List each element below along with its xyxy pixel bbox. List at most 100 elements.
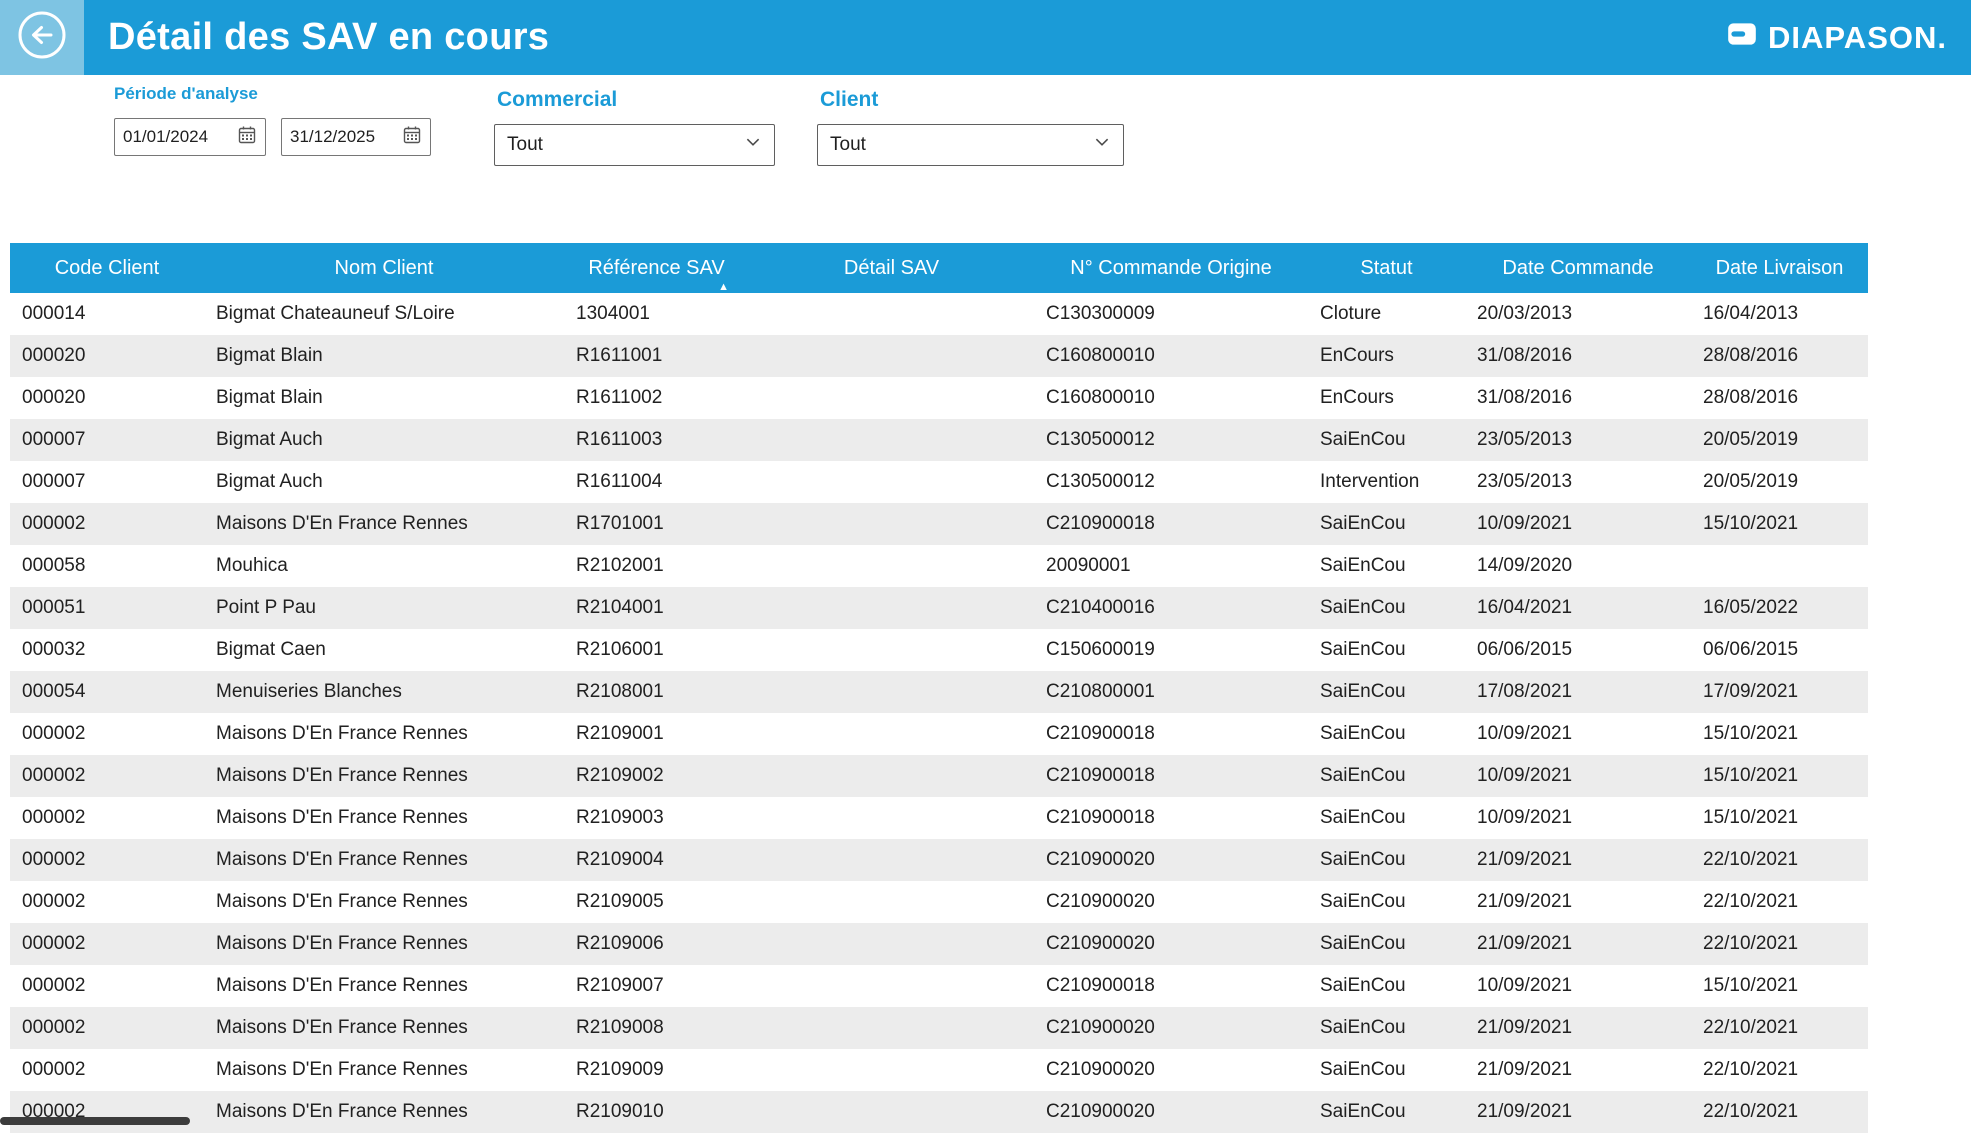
table-cell: 17/08/2021: [1465, 671, 1691, 713]
table-row[interactable]: 000020Bigmat BlainR1611002C160800010EnCo…: [10, 377, 1868, 419]
table-cell: SaiEnCou: [1308, 545, 1465, 587]
table-row[interactable]: 000002Maisons D'En France RennesR2109004…: [10, 839, 1868, 881]
table-cell: R1611001: [564, 335, 749, 377]
table-cell: 28/08/2016: [1691, 335, 1868, 377]
table-cell: Maisons D'En France Rennes: [204, 503, 564, 545]
table-cell: Maisons D'En France Rennes: [204, 713, 564, 755]
table-cell: R2102001: [564, 545, 749, 587]
column-header-nom-client[interactable]: Nom Client: [204, 243, 564, 293]
column-header-code-client[interactable]: Code Client: [10, 243, 204, 293]
table-cell: 000032: [10, 629, 204, 671]
table-cell: C210900020: [1034, 1007, 1308, 1049]
table-row[interactable]: 000002Maisons D'En France RennesR2109007…: [10, 965, 1868, 1007]
table-cell: [749, 755, 1034, 797]
table-row[interactable]: 000002Maisons D'En France RennesR2109010…: [10, 1091, 1868, 1133]
date-end-input[interactable]: 31/12/2025: [281, 118, 431, 156]
table-cell: R2109005: [564, 881, 749, 923]
table-cell: 000002: [10, 503, 204, 545]
table-cell: 000020: [10, 377, 204, 419]
table-cell: SaiEnCou: [1308, 1091, 1465, 1133]
table-row[interactable]: 000032Bigmat CaenR2106001C150600019SaiEn…: [10, 629, 1868, 671]
column-header-date-livraison[interactable]: Date Livraison: [1691, 243, 1868, 293]
table-cell: [749, 713, 1034, 755]
table-row[interactable]: 000002Maisons D'En France RennesR2109001…: [10, 713, 1868, 755]
table-cell: C130500012: [1034, 461, 1308, 503]
table-cell: SaiEnCou: [1308, 755, 1465, 797]
table-cell: Maisons D'En France Rennes: [204, 923, 564, 965]
table-row[interactable]: 000002Maisons D'En France RennesR2109002…: [10, 755, 1868, 797]
column-header-detail-sav[interactable]: Détail SAV: [749, 243, 1034, 293]
table-cell: [749, 461, 1034, 503]
table-cell: R2109010: [564, 1091, 749, 1133]
table-cell: 10/09/2021: [1465, 755, 1691, 797]
table-row[interactable]: 000058MouhicaR210200120090001SaiEnCou14/…: [10, 545, 1868, 587]
table-cell: Maisons D'En France Rennes: [204, 1007, 564, 1049]
client-dropdown[interactable]: Tout: [817, 124, 1124, 166]
table-cell: 21/09/2021: [1465, 839, 1691, 881]
sav-table: Code Client Nom Client Référence SAV ▲ D…: [10, 243, 1868, 1133]
column-header-reference-sav[interactable]: Référence SAV ▲: [564, 243, 749, 293]
table-cell: 000007: [10, 461, 204, 503]
table-row[interactable]: 000054Menuiseries BlanchesR2108001C21080…: [10, 671, 1868, 713]
table-cell: Maisons D'En France Rennes: [204, 797, 564, 839]
table-cell: [749, 1049, 1034, 1091]
table-cell: [749, 965, 1034, 1007]
table-cell: R2109008: [564, 1007, 749, 1049]
column-header-commande-origine[interactable]: N° Commande Origine: [1034, 243, 1308, 293]
table-row[interactable]: 000002Maisons D'En France RennesR2109008…: [10, 1007, 1868, 1049]
table-cell: 000002: [10, 797, 204, 839]
table-cell: R2109006: [564, 923, 749, 965]
table-cell: C210800001: [1034, 671, 1308, 713]
commercial-dropdown[interactable]: Tout: [494, 124, 775, 166]
table-cell: Bigmat Auch: [204, 419, 564, 461]
horizontal-scrollbar-thumb[interactable]: [0, 1117, 190, 1125]
table-row[interactable]: 000002Maisons D'En France RennesR2109009…: [10, 1049, 1868, 1091]
table-cell: 06/06/2015: [1465, 629, 1691, 671]
commercial-label: Commercial: [497, 88, 617, 112]
date-end-value: 31/12/2025: [290, 127, 375, 147]
table-cell: SaiEnCou: [1308, 965, 1465, 1007]
table-cell: 21/09/2021: [1465, 881, 1691, 923]
table-cell: R2109002: [564, 755, 749, 797]
table-row[interactable]: 000002Maisons D'En France RennesR1701001…: [10, 503, 1868, 545]
table-cell: 15/10/2021: [1691, 755, 1868, 797]
client-label: Client: [820, 88, 878, 112]
table-cell: C210900018: [1034, 755, 1308, 797]
table-row[interactable]: 000020Bigmat BlainR1611001C160800010EnCo…: [10, 335, 1868, 377]
table-row[interactable]: 000002Maisons D'En France RennesR2109003…: [10, 797, 1868, 839]
table-cell: C160800010: [1034, 377, 1308, 419]
table-row[interactable]: 000002Maisons D'En France RennesR2109006…: [10, 923, 1868, 965]
table-cell: R2109007: [564, 965, 749, 1007]
back-button[interactable]: [0, 0, 84, 75]
periode-analyse-label: Période d'analyse: [114, 84, 258, 104]
table-cell: EnCours: [1308, 335, 1465, 377]
table-cell: [749, 1091, 1034, 1133]
column-header-date-commande[interactable]: Date Commande: [1465, 243, 1691, 293]
table-cell: 22/10/2021: [1691, 839, 1868, 881]
table-cell: 000002: [10, 839, 204, 881]
table-cell: 22/10/2021: [1691, 1091, 1868, 1133]
table-row[interactable]: 000007Bigmat AuchR1611004C130500012Inter…: [10, 461, 1868, 503]
table-cell: C130500012: [1034, 419, 1308, 461]
table-cell: Cloture: [1308, 293, 1465, 335]
table-row[interactable]: 000007Bigmat AuchR1611003C130500012SaiEn…: [10, 419, 1868, 461]
table-row[interactable]: 000002Maisons D'En France RennesR2109005…: [10, 881, 1868, 923]
table-cell: C210900018: [1034, 503, 1308, 545]
table-row[interactable]: 000051Point P PauR2104001C210400016SaiEn…: [10, 587, 1868, 629]
table-cell: 06/06/2015: [1691, 629, 1868, 671]
calendar-icon[interactable]: [402, 125, 422, 150]
table-cell: 15/10/2021: [1691, 797, 1868, 839]
commercial-dropdown-value: Tout: [507, 134, 543, 156]
column-header-statut[interactable]: Statut: [1308, 243, 1465, 293]
table-cell: R1611003: [564, 419, 749, 461]
date-start-input[interactable]: 01/01/2024: [114, 118, 266, 156]
table-cell: [749, 419, 1034, 461]
table-cell: Bigmat Blain: [204, 335, 564, 377]
calendar-icon[interactable]: [237, 125, 257, 150]
table-cell: [749, 881, 1034, 923]
table-cell: R2109009: [564, 1049, 749, 1091]
table-row[interactable]: 000014Bigmat Chateauneuf S/Loire1304001C…: [10, 293, 1868, 335]
table-cell: 20/05/2019: [1691, 461, 1868, 503]
table-cell: EnCours: [1308, 377, 1465, 419]
table-cell: SaiEnCou: [1308, 1049, 1465, 1091]
